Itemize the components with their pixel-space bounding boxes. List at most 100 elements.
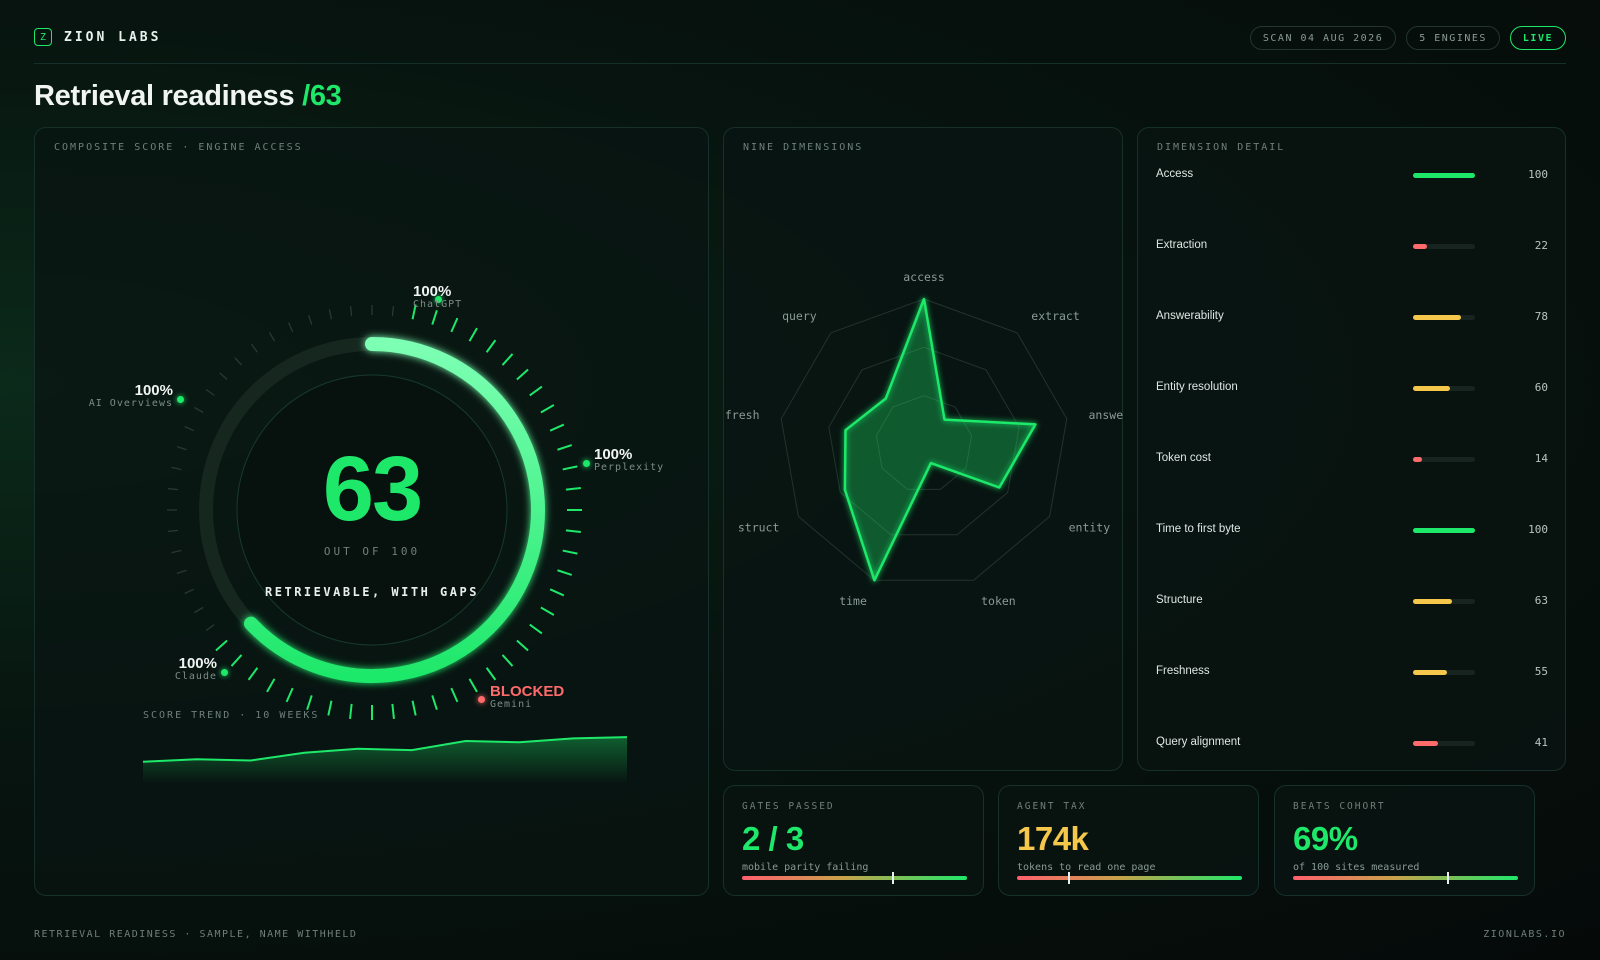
gauge-tick	[247, 667, 259, 681]
dimension-name: Extraction	[1156, 239, 1208, 251]
brand[interactable]: Z ZION LABS	[34, 28, 161, 46]
gauge-tick	[540, 404, 555, 414]
engine-perplexity[interactable]: 100% Perplexity	[594, 447, 664, 473]
composite-score-out-of: OUT OF 100	[323, 545, 421, 558]
dimension-value: 100	[1528, 523, 1548, 536]
gauge-tick	[468, 327, 478, 342]
radar-axis-label: extract	[1031, 309, 1079, 323]
dimension-name: Access	[1156, 168, 1194, 180]
engine-claude[interactable]: 100% Claude	[117, 656, 217, 682]
engine-gemini[interactable]: BLOCKED Gemini	[490, 684, 564, 710]
gauge-tick	[194, 606, 204, 614]
beats-cohort-bar	[1293, 872, 1518, 884]
gauge-tick	[205, 624, 215, 632]
dimension-value: 41	[1534, 736, 1548, 749]
gauge-tick	[349, 703, 353, 719]
dimension-row[interactable]: Answerability 78	[1156, 308, 1548, 328]
dimension-value: 63	[1534, 594, 1548, 607]
brand-name: ZION LABS	[64, 29, 162, 45]
beats-cohort-value: 69%	[1293, 820, 1358, 857]
dimension-bar-fill	[1413, 599, 1453, 604]
dimension-bar-track	[1413, 244, 1475, 249]
beats-cohort-card[interactable]: BEATS COHORT 69% of 100 sites measured	[1274, 785, 1535, 896]
agent-tax-marker	[1067, 872, 1070, 884]
dimension-bar-track	[1413, 741, 1475, 746]
gauge-tick	[501, 654, 514, 667]
agent-tax-card[interactable]: AGENT TAX 174k tokens to read one page	[998, 785, 1259, 896]
gauge-tick	[549, 588, 565, 597]
brand-logo-icon: Z	[34, 28, 52, 46]
dimension-row[interactable]: Freshness 55	[1156, 663, 1548, 683]
gauge-tick	[565, 529, 581, 533]
dimension-value: 14	[1534, 452, 1548, 465]
dimension-bar-fill	[1413, 244, 1427, 249]
dimension-bar-fill	[1413, 386, 1451, 391]
dimension-row[interactable]: Structure 63	[1156, 592, 1548, 612]
dimension-row[interactable]: Query alignment 41	[1156, 734, 1548, 754]
gauge-tick	[306, 695, 313, 711]
radar-axis-label: token	[981, 594, 1016, 608]
gauge-tick	[250, 343, 258, 353]
engine-chatgpt-name: ChatGPT	[413, 299, 463, 310]
gauge-tick	[205, 388, 215, 396]
gauge-tick	[184, 426, 195, 432]
gauge-tick	[266, 678, 276, 693]
dimension-row[interactable]: Time to first byte 100	[1156, 521, 1548, 541]
agent-tax-note: tokens to read one page	[1017, 862, 1156, 873]
gauge-tick	[327, 700, 333, 716]
radar-chart: access extract answer entity token time struct…	[725, 270, 1124, 608]
dimension-name: Entity resolution	[1156, 381, 1238, 393]
dimension-bar-fill	[1413, 528, 1475, 533]
gauge-tick	[557, 569, 573, 576]
radar-axis-label: fresh	[725, 408, 760, 422]
dimension-value: 100	[1528, 168, 1548, 181]
score-trend-chart	[143, 736, 627, 784]
live-status-pill[interactable]: LIVE	[1509, 26, 1566, 50]
footer-caption: RETRIEVAL READINESS · SAMPLE, NAME WITHH…	[34, 929, 358, 940]
gauge-tick	[529, 385, 543, 397]
gauge-tick	[450, 317, 459, 333]
dimension-row[interactable]: Access 100	[1156, 166, 1548, 186]
gauge-tick	[308, 314, 313, 325]
gates-passed-label: GATES PASSED	[742, 801, 835, 812]
radar-axis-label: struct	[738, 521, 780, 535]
dimension-detail-panel: DIMENSION DETAIL Access 100 Extraction 22 An…	[1137, 127, 1566, 771]
engine-perplexity-name: Perplexity	[594, 462, 665, 473]
engine-ai-overviews[interactable]: 100% AI Overviews	[53, 383, 173, 409]
dimension-bar-fill	[1413, 457, 1422, 462]
gauge-tick	[168, 529, 179, 533]
engine-chatgpt-value: 100%	[413, 283, 452, 300]
dimension-bar-fill	[1413, 741, 1439, 746]
dimension-bar-track	[1413, 386, 1475, 391]
dimension-row[interactable]: Extraction 22	[1156, 237, 1548, 257]
radar-axis-label: entity	[1069, 521, 1111, 535]
gates-passed-card[interactable]: GATES PASSED 2 / 3 mobile parity failing	[723, 785, 984, 896]
scan-date-pill: SCAN 04 AUG 2026	[1249, 26, 1397, 50]
engine-chatgpt[interactable]: 100% ChatGPT	[413, 284, 462, 310]
engine-dot-claude	[221, 669, 228, 676]
gauge-tick	[176, 569, 187, 574]
gauge-tick	[450, 687, 459, 703]
dimension-name: Answerability	[1156, 310, 1224, 322]
gates-passed-note: mobile parity failing	[742, 862, 869, 873]
engine-ai-overviews-name: AI Overviews	[88, 398, 173, 409]
dimension-name: Token cost	[1156, 452, 1211, 464]
dimension-row[interactable]: Entity resolution 60	[1156, 379, 1548, 399]
dimension-row[interactable]: Token cost 14	[1156, 450, 1548, 470]
gauge-tick	[529, 623, 543, 635]
gauge-tick	[540, 606, 555, 616]
engine-perplexity-value: 100%	[594, 446, 633, 463]
engine-dot-perplexity	[583, 460, 590, 467]
gauge-tick	[184, 588, 195, 594]
gauge-tick	[549, 423, 565, 432]
footer-site-link[interactable]: ZIONLABS.IO	[1483, 929, 1566, 940]
radar-axis-label: access	[903, 270, 945, 284]
dimension-name: Query alignment	[1156, 736, 1241, 748]
header-pills: SCAN 04 AUG 2026 5 ENGINES LIVE	[1249, 26, 1566, 50]
gauge-tick	[168, 487, 179, 491]
gauge-tick	[565, 487, 581, 491]
gauge-tick	[562, 549, 578, 555]
radar-axis-label: time	[839, 594, 867, 608]
dimension-bar-track	[1413, 173, 1475, 178]
gauge-tick	[468, 678, 478, 693]
